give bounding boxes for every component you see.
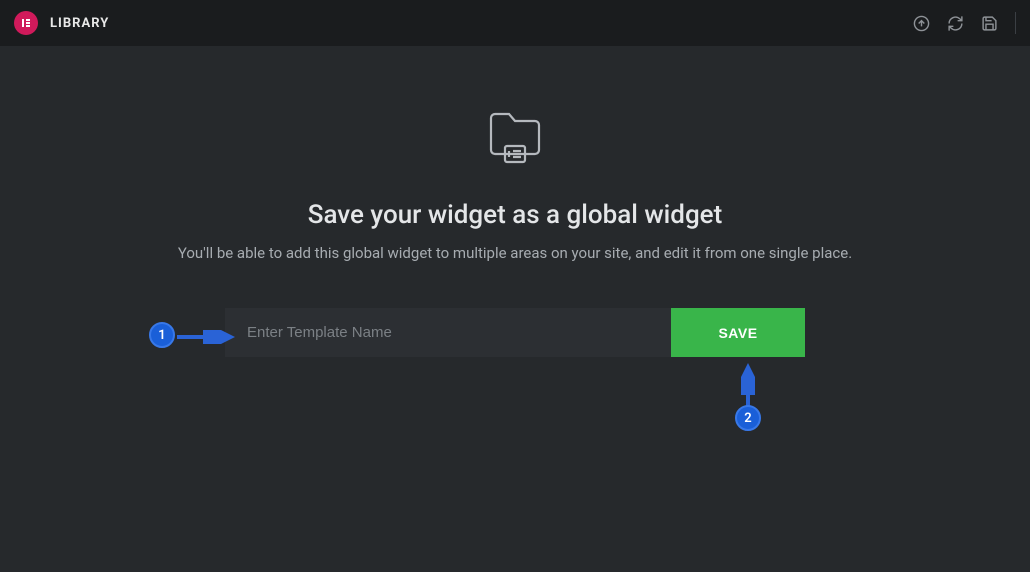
save-icon[interactable] (979, 13, 999, 33)
library-folder-icon (483, 104, 547, 168)
annotation-arrow-1-icon (177, 330, 237, 344)
page-title: LIBRARY (50, 16, 109, 31)
main-content: Save your widget as a global widget You'… (0, 46, 1030, 357)
sync-icon[interactable] (945, 13, 965, 33)
subheading: You'll be able to add this global widget… (178, 244, 852, 262)
template-name-input[interactable] (225, 308, 671, 357)
save-button[interactable]: SAVE (671, 308, 805, 357)
divider (1015, 12, 1016, 34)
heading: Save your widget as a global widget (308, 200, 723, 230)
header-left: LIBRARY (14, 11, 109, 35)
annotation-badge-2: 2 (735, 405, 761, 431)
elementor-logo-icon (14, 11, 38, 35)
annotation-badge-1: 1 (149, 322, 175, 348)
header-right (911, 12, 1016, 34)
save-form: SAVE (225, 308, 805, 357)
header: LIBRARY (0, 0, 1030, 46)
annotation-arrow-2-icon (741, 363, 755, 407)
import-icon[interactable] (911, 13, 931, 33)
